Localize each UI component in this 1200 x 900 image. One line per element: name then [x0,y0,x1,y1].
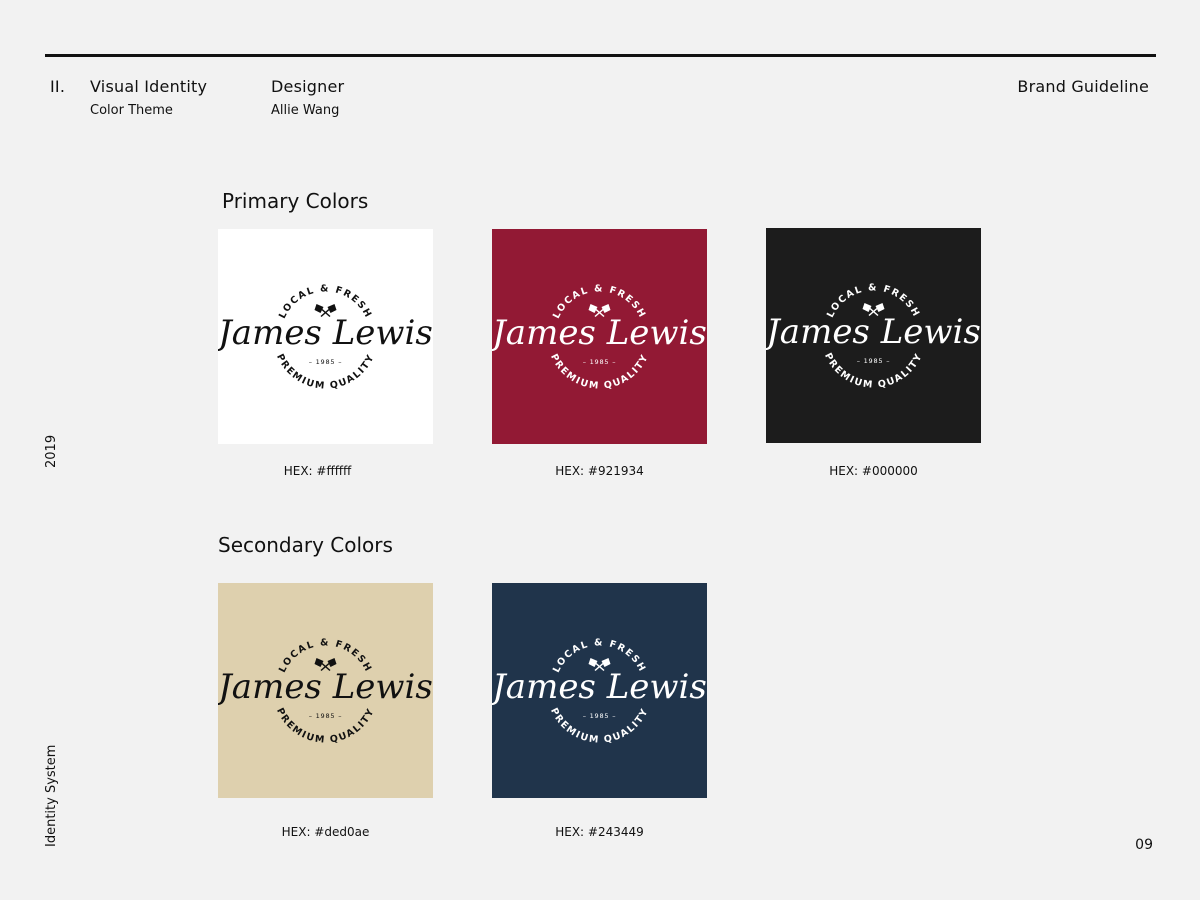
logo-brand-name: James Lewis [218,667,433,707]
swatch-graphic: LOCAL & FRESHPREMIUM QUALITYJames Lewis–… [218,229,433,444]
logo-year: – 1985 – [309,712,343,720]
hex-label-crimson: HEX: #921934 [555,464,644,478]
swatch-graphic: LOCAL & FRESHPREMIUM QUALITYJames Lewis–… [766,228,981,443]
logo-year: – 1985 – [857,357,891,365]
logo-brand-name: James Lewis [766,312,981,352]
section-subtitle: Color Theme [90,103,173,118]
logo-brand-name: James Lewis [492,667,707,707]
section-number: II. [50,77,66,96]
designer-name: Allie Wang [271,103,340,118]
section-title: Visual Identity [90,77,208,96]
hex-label-black: HEX: #000000 [829,464,918,478]
swatch-black: LOCAL & FRESH PREMIUM QUALITY James Lewis –… [766,228,981,443]
swatch-graphic: LOCAL & FRESHPREMIUM QUALITYJames Lewis–… [218,583,433,798]
designer-label: Designer [271,77,345,96]
swatch-navy: LOCAL & FRESH PREMIUM QUALITY James Lewis –… [492,583,707,798]
logo-year: – 1985 – [583,358,617,366]
swatch-graphic: LOCAL & FRESHPREMIUM QUALITYJames Lewis–… [492,229,707,444]
hex-label-white: HEX: #ffffff [283,464,352,478]
hex-label-tan: HEX: #ded0ae [281,825,370,839]
side-identity-system: Identity System [44,744,59,847]
swatch-white: LOCAL & FRESH PREMIUM QUALITY James Lewis –… [218,229,433,444]
swatch-crimson: LOCAL & FRESH PREMIUM QUALITY James Lewis –… [492,229,707,444]
swatch-graphic: LOCAL & FRESHPREMIUM QUALITYJames Lewis–… [492,583,707,798]
top-rule [45,54,1156,57]
page-number: 09 [1135,837,1153,853]
secondary-colors-heading: Secondary Colors [218,533,393,557]
swatch-tan: LOCAL & FRESH PREMIUM QUALITY James Lewis –… [218,583,433,798]
logo-brand-name: James Lewis [492,313,707,353]
hex-label-navy: HEX: #243449 [555,825,644,839]
primary-colors-heading: Primary Colors [222,189,369,213]
document-title: Brand Guideline [1017,77,1149,96]
logo-year: – 1985 – [309,358,343,366]
side-year: 2019 [44,434,59,468]
logo-brand-name: James Lewis [218,313,433,353]
logo-year: – 1985 – [583,712,617,720]
